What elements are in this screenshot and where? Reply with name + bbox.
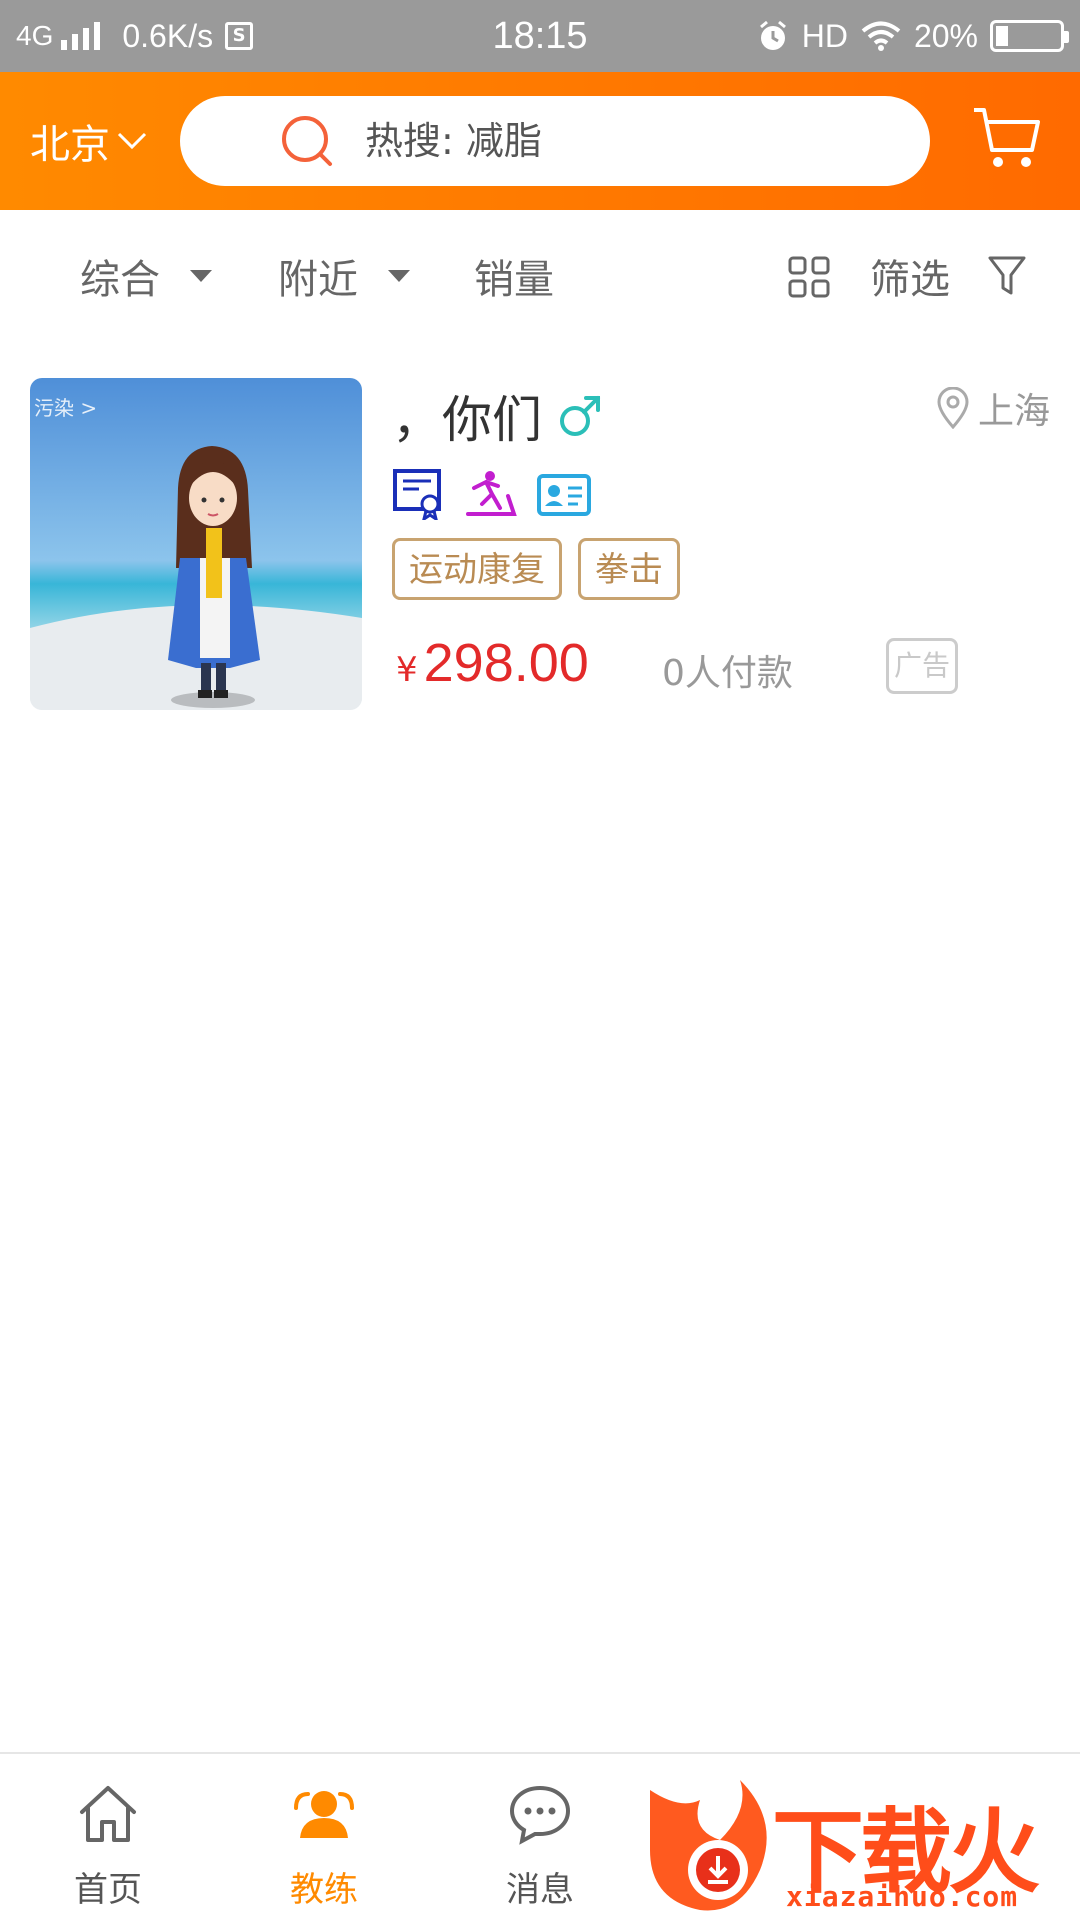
- thumbnail-tag: 污染 >: [34, 396, 98, 420]
- status-bar: 4G 0.6K/s S 18:15 HD 20%: [0, 0, 1080, 72]
- tab-coach-label: 教练: [290, 1870, 358, 1910]
- cart-icon[interactable]: [970, 102, 1042, 174]
- alarm-icon: [759, 20, 786, 50]
- filter-bar: 综合 附近 销量 筛选: [0, 210, 1080, 342]
- male-icon: [560, 396, 600, 436]
- watermark: 下载火 xiazaihuo.com: [640, 1770, 1080, 1920]
- app-header: 北京 热搜: 减脂: [0, 72, 1080, 210]
- fitness-icon: [466, 471, 517, 516]
- filter-button[interactable]: 筛选: [870, 210, 1026, 342]
- coach-name-text: ，你们: [392, 391, 542, 449]
- watermark-url: xiazaihuo.com: [786, 1880, 1019, 1913]
- qualification-badges: [392, 468, 592, 520]
- coach-thumbnail[interactable]: 污染 >: [30, 378, 362, 710]
- home-icon: [80, 1786, 136, 1842]
- coach-icon: [294, 1791, 354, 1838]
- battery-icon: [990, 20, 1069, 52]
- battery-percent: 20%: [913, 17, 978, 54]
- location-pin-icon: [937, 387, 969, 429]
- specialty-tag: 运动康复: [392, 538, 562, 600]
- hd-label: HD: [801, 17, 848, 54]
- sort-general-label: 综合: [80, 257, 160, 303]
- sort-general-button[interactable]: 综合: [80, 210, 212, 342]
- nearby-button[interactable]: 附近: [278, 210, 410, 342]
- filter-label: 筛选: [870, 257, 950, 303]
- price-amount: 298.00: [423, 633, 589, 693]
- tab-home[interactable]: 首页: [0, 1754, 216, 1920]
- funnel-icon: [988, 256, 1026, 295]
- coach-name: ，你们: [392, 380, 604, 452]
- sales-sort-button[interactable]: 销量: [474, 210, 554, 342]
- tab-messages[interactable]: 消息: [432, 1754, 648, 1920]
- dropdown-arrow-icon: [190, 270, 212, 282]
- search-bar[interactable]: 热搜: 减脂: [180, 96, 930, 186]
- price: ¥ 298.00: [396, 632, 589, 694]
- nearby-label: 附近: [278, 257, 358, 303]
- location: 上海: [936, 382, 1050, 434]
- specialty-tags: 运动康复 拳击: [392, 538, 680, 600]
- coach-avatar-image: [30, 378, 362, 710]
- grid-view-icon[interactable]: [788, 256, 830, 298]
- sales-count: 0人付款: [662, 653, 793, 694]
- certificate-icon: [393, 469, 441, 520]
- ad-badge: 广告: [886, 638, 958, 694]
- specialty-tag: 拳击: [578, 538, 680, 600]
- currency-symbol: ¥: [396, 650, 418, 690]
- sales-sort-label: 销量: [474, 257, 554, 303]
- search-icon: [282, 116, 332, 166]
- message-icon: [509, 1785, 571, 1845]
- search-placeholder: 热搜: 减脂: [365, 119, 542, 163]
- tab-messages-label: 消息: [506, 1870, 574, 1910]
- location-text: 上海: [977, 391, 1050, 432]
- status-right: HD 20%: [756, 0, 1069, 72]
- city-label: 北京: [30, 122, 110, 168]
- dropdown-arrow-icon: [388, 270, 410, 282]
- tab-home-label: 首页: [74, 1870, 142, 1910]
- wifi-icon: [861, 21, 901, 51]
- chevron-down-icon: [117, 132, 147, 150]
- tab-coach[interactable]: 教练: [216, 1754, 432, 1920]
- city-selector[interactable]: 北京: [30, 72, 148, 210]
- coach-list-item[interactable]: 污染 > ，你们 上海 运动康复 拳击 ¥ 298.00 0人付款 广告: [0, 370, 1080, 720]
- watermark-logo: [650, 1780, 767, 1911]
- id-card-icon: [537, 474, 591, 516]
